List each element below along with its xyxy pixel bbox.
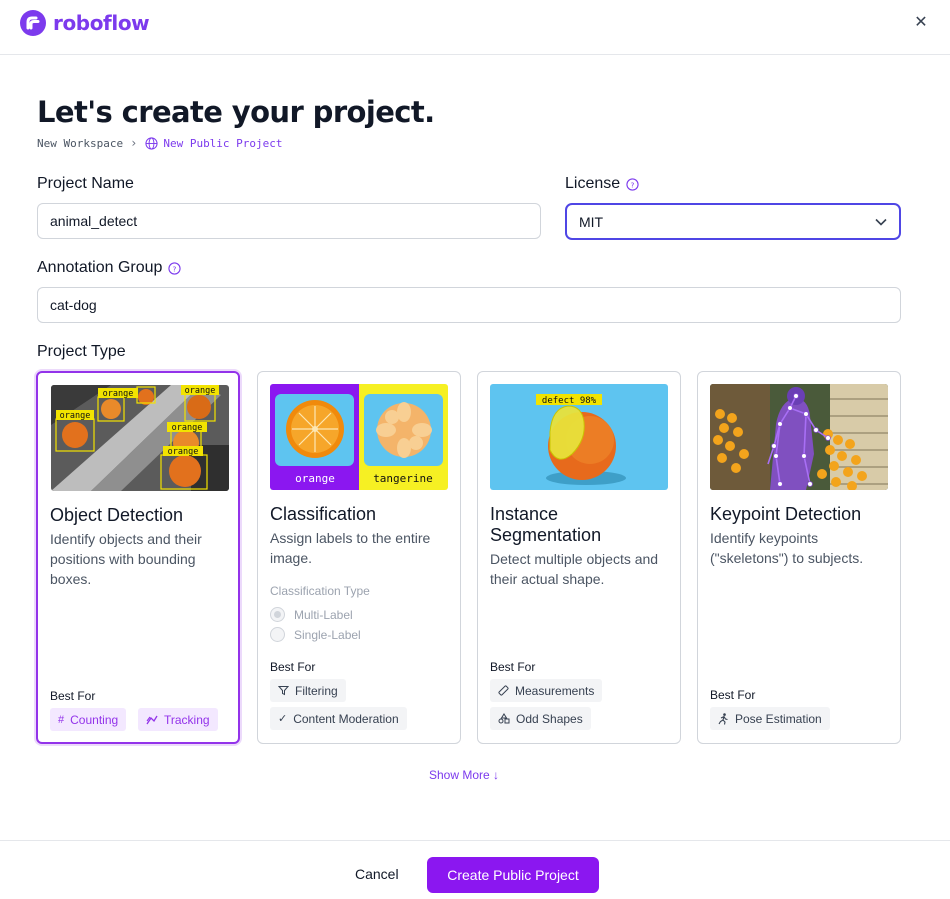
thumb-label: defect 98%: [542, 396, 597, 406]
object-detection-thumbnail: orange orange orange orange orange: [51, 385, 229, 491]
license-label-text: License: [565, 175, 621, 192]
radio-label: Multi-Label: [294, 607, 353, 622]
chevron-right-icon: ›: [130, 136, 138, 150]
close-icon[interactable]: ✕: [910, 11, 932, 33]
best-for-label: Best For: [50, 689, 96, 703]
card-description: Assign labels to the entire image.: [270, 530, 431, 566]
running-person-icon: [718, 712, 728, 725]
tag-counting: # Counting: [50, 708, 127, 731]
annotation-group-label: Annotation Group ?: [37, 259, 182, 277]
help-circle-icon[interactable]: ?: [168, 261, 182, 275]
show-more-link[interactable]: Show More ↓: [429, 768, 499, 782]
tag-pose-estimation: Pose Estimation: [710, 707, 830, 730]
tag-content-moderation: ✓ Content Moderation: [270, 707, 407, 730]
radio-button[interactable]: [270, 627, 285, 642]
thumb-label: orange: [172, 423, 203, 433]
tag-tracking: Tracking: [138, 708, 218, 731]
thumb-label: orange: [295, 472, 335, 485]
card-title: Keypoint Detection: [710, 504, 862, 524]
chevron-down-icon: [875, 218, 887, 226]
roboflow-logo-icon: [20, 10, 46, 36]
classification-image: orange tangerine: [270, 384, 448, 490]
best-for-label: Best For: [270, 660, 316, 674]
svg-text:?: ?: [173, 264, 177, 273]
hash-icon: #: [58, 713, 65, 726]
help-circle-icon[interactable]: ?: [626, 177, 639, 191]
thumb-label: orange: [60, 411, 91, 421]
object-detection-image: orange orange orange orange orange: [51, 385, 229, 491]
radio-multi-label[interactable]: Multi-Label: [270, 607, 353, 622]
tag-label: Tracking: [164, 712, 210, 727]
thumb-label: orange: [168, 447, 199, 457]
breadcrumb: New Workspace › New Public Project: [37, 136, 283, 150]
shapes-icon: [498, 713, 510, 724]
svg-text:?: ?: [631, 180, 635, 189]
best-for-label: Best For: [490, 660, 536, 674]
tag-measurements: Measurements: [490, 679, 603, 702]
keypoint-detection-thumbnail: [710, 384, 888, 490]
filter-icon: [278, 686, 289, 696]
classification-type-label: Classification Type: [270, 584, 370, 598]
annotation-group-input[interactable]: [37, 287, 901, 323]
license-label: License ?: [565, 175, 639, 193]
thumb-label: orange: [185, 386, 216, 396]
tag-odd-shapes: Odd Shapes: [490, 707, 591, 730]
project-name-label-text: Project Name: [37, 175, 134, 192]
classification-thumbnail: orange tangerine: [270, 384, 448, 490]
tag-label: Measurements: [515, 683, 595, 698]
card-title: Classification: [270, 504, 377, 524]
project-name-input[interactable]: [37, 203, 541, 239]
globe-icon: [145, 136, 158, 150]
thumb-label: orange: [103, 389, 134, 399]
best-for-label: Best For: [710, 688, 756, 702]
keypoint-detection-image: [710, 384, 888, 490]
tag-label: Pose Estimation: [735, 711, 822, 726]
check-icon: ✓: [278, 713, 288, 725]
card-classification[interactable]: orange tangerine Classification Assign l…: [257, 371, 461, 744]
breadcrumb-project[interactable]: New Public Project: [163, 137, 282, 150]
project-name-label: Project Name: [37, 175, 134, 193]
tag-label: Counting: [70, 712, 119, 727]
radio-single-label[interactable]: Single-Label: [270, 627, 361, 642]
project-type-label-text: Project Type: [37, 343, 126, 360]
card-description: Identify keypoints ("skeletons") to subj…: [710, 530, 864, 566]
radio-button[interactable]: [270, 607, 285, 622]
top-bar: roboflow ✕: [0, 0, 950, 55]
tag-label: Odd Shapes: [516, 711, 583, 726]
instance-segmentation-image: defect 98%: [490, 384, 668, 490]
create-public-project-button[interactable]: Create Public Project: [427, 857, 599, 893]
tag-label: Content Moderation: [293, 711, 399, 726]
card-description: Detect multiple objects and their actual…: [490, 551, 659, 587]
cancel-button[interactable]: Cancel: [355, 866, 399, 882]
thumb-label: tangerine: [373, 472, 433, 485]
roboflow-logo[interactable]: roboflow: [20, 10, 150, 36]
annotation-group-label-text: Annotation Group: [37, 259, 163, 276]
breadcrumb-workspace[interactable]: New Workspace: [37, 137, 123, 150]
tag-label: Filtering: [295, 683, 338, 698]
ruler-icon: [498, 685, 509, 696]
tag-filtering: Filtering: [270, 679, 346, 702]
card-object-detection[interactable]: orange orange orange orange orange Objec…: [36, 371, 240, 744]
radio-label: Single-Label: [294, 627, 361, 642]
card-description: Identify objects and their positions wit…: [50, 531, 202, 587]
card-title: Object Detection: [50, 505, 184, 525]
card-title: Instance Segmentation: [490, 504, 602, 545]
page-title: Let's create your project.: [37, 95, 435, 129]
license-select[interactable]: MIT: [565, 203, 901, 240]
license-select-value: MIT: [579, 213, 604, 230]
card-keypoint-detection[interactable]: Keypoint Detection Identify keypoints ("…: [697, 371, 901, 744]
project-type-label: Project Type: [37, 343, 126, 361]
tracking-icon: [146, 715, 158, 724]
card-instance-segmentation[interactable]: defect 98% Instance Segmentation Detect …: [477, 371, 681, 744]
instance-segmentation-thumbnail: defect 98%: [490, 384, 668, 490]
logo-text: roboflow: [53, 11, 150, 35]
